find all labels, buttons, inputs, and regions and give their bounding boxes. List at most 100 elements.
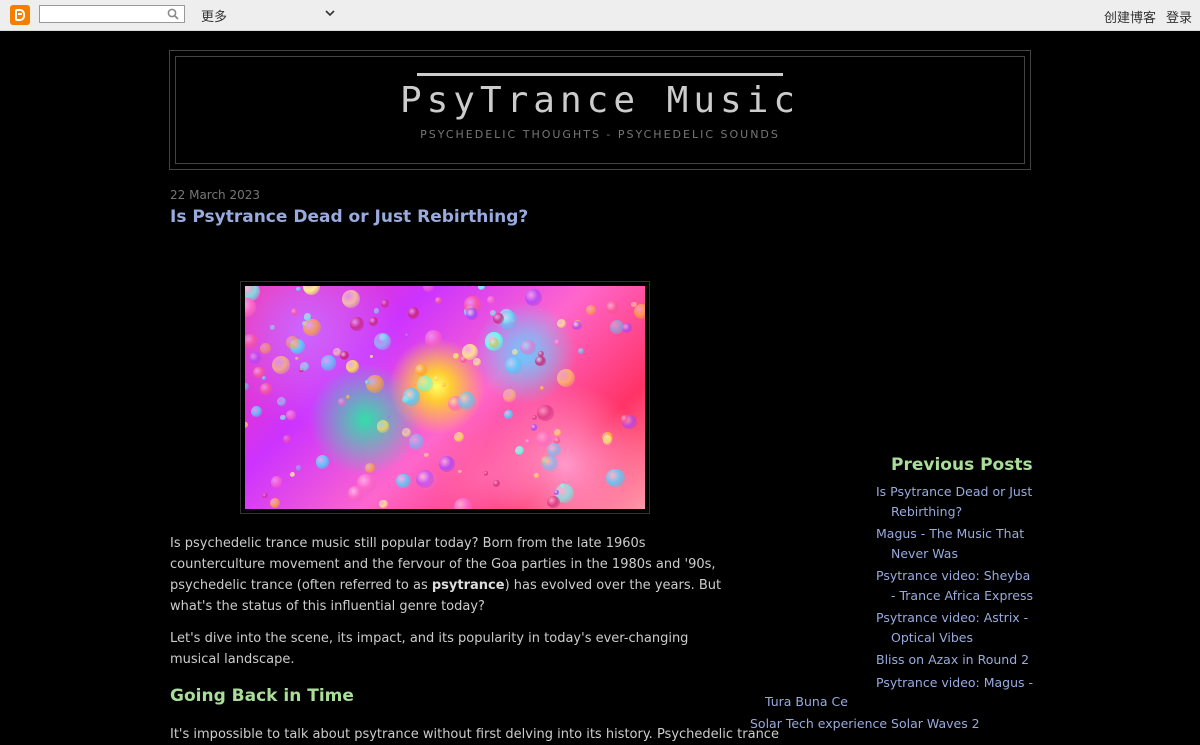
image-bubble [369, 354, 373, 358]
image-bubble [260, 342, 272, 354]
image-bubble [379, 499, 389, 509]
image-bubble [320, 355, 337, 371]
image-bubble [503, 389, 516, 402]
image-bubble [402, 428, 411, 437]
image-bubble [602, 435, 612, 445]
post-paragraph-3: It's impossible to talk about psytrance … [170, 727, 779, 742]
image-bubble [442, 383, 446, 387]
previous-post-link[interactable]: Is Psytrance Dead or Just Rebirthing? [876, 482, 1036, 521]
image-bubble [341, 289, 361, 309]
image-bubble [472, 357, 482, 367]
previous-post-link[interactable]: Magus - The Music That Never Was [876, 524, 1036, 563]
chevron-down-icon[interactable] [325, 8, 335, 18]
image-bubble [260, 383, 272, 395]
image-bubble [535, 356, 546, 367]
image-bubble [280, 414, 286, 421]
image-bubble [457, 392, 476, 410]
image-bubble [546, 443, 561, 458]
previous-post-link[interactable]: Solar Tech experience Solar Waves 2 [750, 716, 980, 731]
image-bubble [315, 455, 330, 469]
login-link[interactable]: 登录 [1166, 7, 1192, 26]
image-bubble [369, 317, 378, 326]
image-bubble [477, 286, 486, 291]
previous-post-link[interactable]: Psytrance video: Sheyba - Trance Africa … [876, 566, 1036, 605]
image-bubble [533, 473, 539, 479]
psytrance-bold: psytrance [431, 578, 505, 593]
image-bubble [537, 404, 554, 422]
post-image-frame [240, 281, 650, 514]
post-image[interactable] [245, 286, 645, 509]
image-bubble [407, 307, 420, 319]
image-bubble [364, 380, 370, 385]
image-bubble [262, 492, 268, 499]
previous-post-link[interactable]: Psytrance video: Astrix - Optical Vibes [876, 608, 1036, 647]
image-bubble [365, 463, 375, 473]
image-bubble [286, 336, 300, 349]
image-bubble [532, 414, 538, 420]
image-bubble [556, 319, 566, 329]
image-bubble [338, 398, 347, 407]
search-input[interactable] [39, 5, 185, 23]
image-bubble [452, 353, 460, 360]
image-bubble [416, 469, 434, 488]
image-bubble [577, 348, 584, 355]
image-bubble [554, 489, 559, 495]
previous-post-link[interactable]: Bliss on Azax in Round 2 [876, 650, 1036, 670]
image-bubble [539, 385, 544, 390]
image-bubble [454, 497, 472, 509]
blogger-logo-icon[interactable] [10, 5, 30, 25]
image-bubble [408, 434, 425, 451]
image-bubble [542, 455, 559, 472]
image-bubble [295, 465, 302, 471]
create-blog-link[interactable]: 创建博客 [1104, 7, 1156, 26]
more-menu[interactable]: 更多 [201, 6, 227, 25]
blogger-navbar: 更多 创建博客 登录 [0, 0, 1200, 31]
image-bubble [489, 337, 499, 348]
image-bubble [350, 317, 365, 331]
image-bubble [290, 471, 296, 478]
image-bubble [299, 361, 309, 371]
image-bubble [303, 286, 321, 296]
image-bubble [489, 309, 497, 316]
image-bubble [270, 497, 281, 508]
search-icon[interactable] [167, 8, 179, 20]
image-bubble [253, 367, 265, 379]
image-bubble [373, 308, 380, 314]
image-bubble [376, 420, 390, 433]
image-bubble [387, 415, 391, 419]
image-bubble [453, 431, 465, 443]
previous-post-link[interactable]: Psytrance video: Magus - [876, 673, 1036, 693]
image-bubble [245, 298, 257, 317]
image-bubble [503, 409, 513, 419]
image-bubble [438, 455, 456, 473]
image-bubble [295, 356, 299, 361]
image-bubble [345, 359, 359, 373]
previous-posts-heading: Previous Posts [891, 455, 1033, 475]
image-bubble [251, 406, 263, 418]
image-bubble [396, 473, 411, 489]
blog-title[interactable]: PsyTrance Music [0, 79, 1200, 123]
image-bubble [276, 397, 286, 407]
image-bubble [433, 376, 439, 381]
image-bubble [620, 414, 629, 423]
image-bubble [414, 363, 428, 377]
image-bubble [458, 469, 462, 473]
section-heading: Going Back in Time [170, 686, 354, 706]
image-bubble [282, 435, 292, 444]
post-paragraph-1: Is psychedelic trance music still popula… [170, 536, 722, 614]
image-bubble [484, 471, 489, 476]
image-bubble [303, 318, 321, 337]
image-bubble [270, 476, 282, 488]
image-bubble [511, 349, 518, 355]
image-bubble [605, 300, 620, 315]
post-title-link[interactable]: Is Psytrance Dead or Just Rebirthing? [170, 207, 528, 227]
previous-post-link[interactable]: Tura Buna Ce [765, 694, 848, 709]
image-bubble [434, 297, 442, 305]
image-bubble [424, 330, 442, 348]
image-bubble [609, 320, 624, 335]
image-bubble [465, 307, 478, 320]
image-bubble [514, 445, 524, 456]
image-bubble [248, 352, 261, 365]
image-bubble [374, 332, 392, 350]
image-bubble [296, 286, 301, 292]
